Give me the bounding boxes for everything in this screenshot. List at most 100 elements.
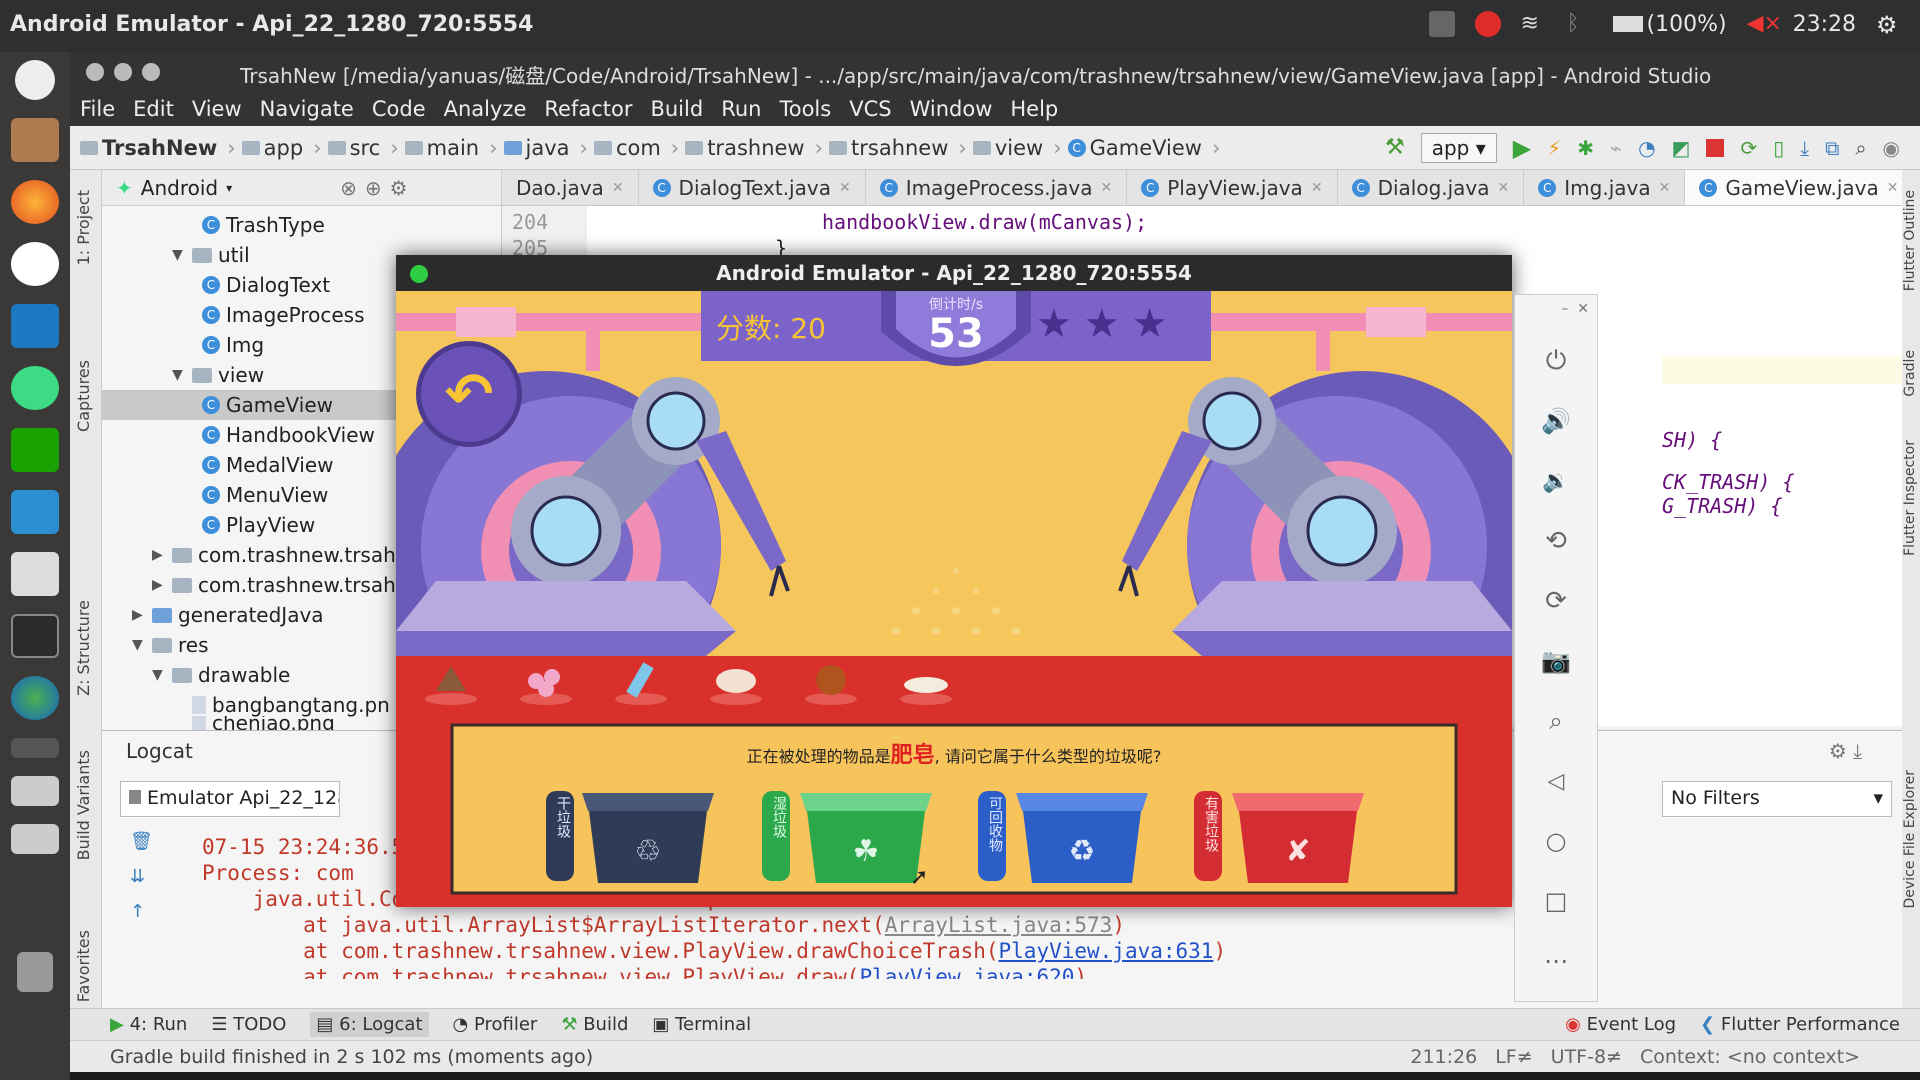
tree-item[interactable]: C MenuView — [202, 480, 328, 510]
tab-img[interactable]: C Img.java ✕ — [1524, 170, 1686, 205]
tab-dialogtext[interactable]: C DialogText.java ✕ — [639, 170, 866, 205]
volume-down-icon[interactable]: 🔉 — [1539, 463, 1573, 499]
menu-edit[interactable]: Edit — [133, 97, 174, 121]
settings-gear-icon[interactable]: ⚙ — [1876, 11, 1902, 39]
code-fragment[interactable]: SH) { — [1662, 428, 1722, 452]
menu-analyze[interactable]: Analyze — [444, 97, 527, 121]
tree-item[interactable]: C TrashType — [202, 210, 325, 240]
disk-2-icon[interactable] — [11, 824, 59, 854]
sdk-manager-icon[interactable]: ⤓ — [1800, 136, 1809, 160]
home-icon[interactable]: ○ — [1539, 823, 1573, 859]
vscode-icon[interactable] — [11, 304, 59, 348]
close-icon[interactable]: ✕ — [1887, 180, 1899, 196]
close-icon[interactable]: ✕ — [612, 180, 624, 196]
dash-icon[interactable] — [15, 60, 55, 100]
log-line[interactable]: Process: com — [202, 861, 354, 885]
chevron-down-icon[interactable]: ▾ — [226, 181, 232, 195]
status-message[interactable]: Gradle build finished in 2 s 102 ms (mom… — [110, 1046, 593, 1068]
menu-help[interactable]: Help — [1010, 97, 1058, 121]
coverage-icon[interactable]: ◩ — [1672, 136, 1691, 160]
profile-icon[interactable]: ◔ — [1638, 136, 1655, 160]
clear-logcat-icon[interactable]: 🗑 — [130, 831, 153, 852]
code-fragment[interactable]: CK_TRASH) { — [1662, 470, 1794, 494]
gradle-tool-button[interactable]: Gradle — [1902, 350, 1918, 397]
menu-window[interactable]: Window — [910, 97, 993, 121]
close-window-button[interactable] — [86, 63, 104, 81]
tree-item[interactable]: C ImageProcess — [202, 300, 365, 330]
menu-file[interactable]: File — [80, 97, 115, 121]
run-config-select[interactable]: app ▾ — [1420, 132, 1497, 163]
rotate-left-icon[interactable]: ⟲ — [1539, 523, 1573, 559]
todo-tool-tab[interactable]: ☰ TODO — [211, 1014, 286, 1035]
collapse-arrow-icon[interactable]: ▶ — [152, 540, 166, 570]
flutter-outline-tool-button[interactable]: Flutter Outline — [1902, 190, 1918, 291]
tree-item[interactable]: C Img — [202, 330, 264, 360]
breadcrumb-java[interactable]: java › — [503, 136, 588, 160]
logcat-filter-select[interactable]: No Filters ▾ — [1662, 781, 1892, 817]
run-tool-tab[interactable]: ▶ 4: Run — [110, 1014, 187, 1035]
tab-dao[interactable]: Dao.java ✕ — [502, 170, 639, 205]
device-file-icon[interactable]: ⧉ — [1825, 136, 1839, 160]
menu-build[interactable]: Build — [650, 97, 703, 121]
volume-muted-icon[interactable]: ◀× — [1747, 11, 1782, 37]
files-app-icon[interactable] — [11, 118, 59, 162]
sync-gradle-icon[interactable]: ⟳ — [1740, 136, 1757, 160]
menu-tools[interactable]: Tools — [779, 97, 831, 121]
tree-folder[interactable]: ▶ com.trashnew.trsah — [152, 540, 396, 570]
bluetooth-icon[interactable]: ᛒ — [1567, 11, 1593, 37]
tree-folder[interactable]: ▶ generatedJava — [132, 600, 324, 630]
libreoffice-writer-icon[interactable] — [11, 490, 59, 534]
captures-tool-button[interactable]: Captures — [74, 360, 93, 432]
breadcrumb-main[interactable]: main › — [404, 136, 498, 160]
tree-folder[interactable]: ▶ com.trashnew.trsah — [152, 570, 396, 600]
clock[interactable]: 23:28 — [1793, 12, 1856, 37]
android-studio-icon[interactable] — [11, 366, 59, 410]
globe-browser-icon[interactable] — [11, 676, 59, 720]
wechat-icon[interactable] — [11, 242, 59, 286]
keyboard-icon[interactable] — [1428, 11, 1455, 37]
collapse-arrow-icon[interactable]: ▶ — [152, 570, 166, 600]
project-settings-gear-icon[interactable]: ⚙ — [390, 176, 408, 200]
attach-debugger-icon[interactable]: ⌁ — [1610, 136, 1622, 160]
terminal-tool-tab[interactable]: ▣ Terminal — [652, 1014, 751, 1035]
flutter-performance-tool-tab[interactable]: ❮ Flutter Performance — [1700, 1014, 1900, 1035]
record-icon[interactable] — [1474, 11, 1501, 37]
expand-arrow-icon[interactable]: ▼ — [172, 360, 186, 390]
battery-indicator[interactable]: (100%) — [1612, 12, 1727, 37]
minimize-window-button[interactable] — [114, 63, 132, 81]
scroll-from-source-icon[interactable]: ⊕ — [365, 176, 382, 200]
collapse-icon[interactable]: ⊗ — [340, 176, 357, 200]
camera-icon[interactable]: 📷 — [1539, 643, 1573, 679]
logcat-settings-gear-icon[interactable]: ⚙ ⤓ — [1829, 739, 1862, 763]
expand-arrow-icon[interactable]: ▼ — [132, 630, 146, 660]
logcat-tool-tab[interactable]: ▤ 6: Logcat — [310, 1012, 429, 1037]
log-line[interactable]: at java.util.ArrayList$ArrayListIterator… — [202, 913, 1125, 937]
tab-imageprocess[interactable]: C ImageProcess.java ✕ — [866, 170, 1128, 205]
tree-item[interactable]: C DialogText — [202, 270, 330, 300]
tab-gameview[interactable]: C GameView.java ✕ — [1685, 170, 1914, 205]
project-tool-button[interactable]: 1: Project — [74, 190, 93, 265]
log-line[interactable]: at com.trashnew.trsahnew.view.PlayView.d… — [202, 965, 1087, 979]
line-separator[interactable]: LF≠ — [1495, 1046, 1532, 1068]
tree-folder[interactable]: ▼ util — [172, 240, 250, 270]
back-arrow-icon[interactable]: ↶ — [416, 341, 522, 447]
recyclable-bin-button[interactable] — [1016, 791, 1148, 885]
breadcrumb-gameview[interactable]: C GameView › — [1067, 136, 1220, 160]
code-fragment[interactable]: G_TRASH) { — [1662, 494, 1782, 518]
device-select[interactable]: Emulator Api_22_128( ▾ — [120, 781, 340, 817]
maximize-window-button[interactable] — [142, 63, 160, 81]
text-editor-icon[interactable] — [11, 552, 59, 596]
dry-waste-bin-button[interactable] — [582, 791, 714, 885]
stop-icon[interactable] — [1706, 138, 1725, 157]
code-line[interactable]: handbookView.draw(mCanvas); — [822, 210, 1147, 234]
log-line[interactable]: at com.trashnew.trsahnew.view.PlayView.d… — [202, 939, 1226, 963]
close-icon[interactable]: ✕ — [839, 180, 851, 196]
source-link[interactable]: ArrayList.java:573 — [885, 913, 1113, 937]
tree-item[interactable]: C PlayView — [202, 510, 315, 540]
apply-changes-icon[interactable]: ⚡ — [1547, 136, 1561, 160]
menu-navigate[interactable]: Navigate — [260, 97, 354, 121]
breadcrumb-app[interactable]: app › — [241, 136, 322, 160]
back-icon[interactable]: ◁ — [1539, 763, 1573, 799]
up-arrow-icon[interactable]: ↑ — [130, 901, 153, 922]
power-icon[interactable]: ⏻ — [1539, 343, 1573, 379]
